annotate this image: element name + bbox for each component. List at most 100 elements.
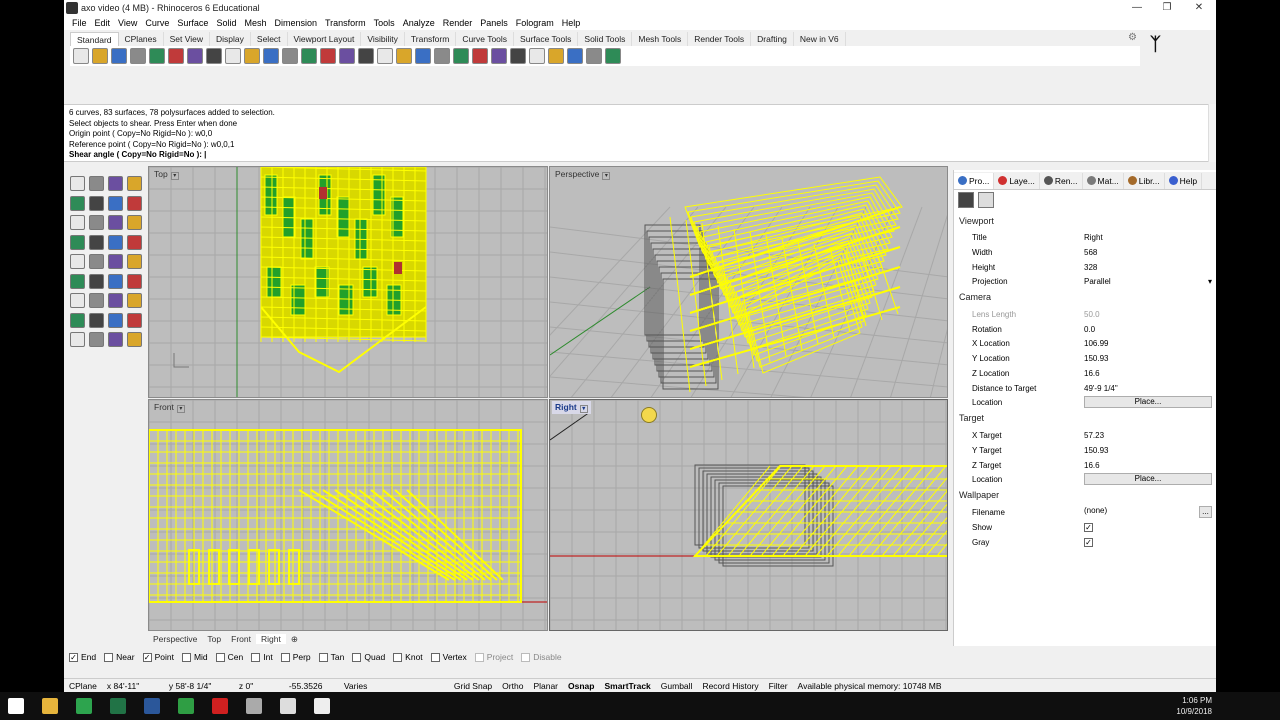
- tab-curve-tools[interactable]: Curve Tools: [456, 32, 515, 46]
- menu-transform[interactable]: Transform: [321, 18, 370, 28]
- sidebar-tool-icon[interactable]: [89, 234, 104, 250]
- gumball-icon[interactable]: [586, 48, 602, 64]
- osnap-checkbox[interactable]: [474, 652, 484, 662]
- start-icon[interactable]: [8, 698, 24, 714]
- sidebar-tool-icon[interactable]: [70, 176, 85, 191]
- vtab-right[interactable]: Right: [255, 634, 286, 644]
- tab-mesh-tools[interactable]: Mesh Tools: [632, 32, 689, 46]
- menu-file[interactable]: File: [68, 18, 91, 28]
- sidebar-tool-icon[interactable]: [70, 332, 85, 347]
- sidebar-tool-icon[interactable]: [127, 312, 142, 328]
- osnap-cen[interactable]: Cen: [215, 652, 243, 662]
- osnap-checkbox[interactable]: [352, 652, 362, 662]
- menu-curve[interactable]: Curve: [141, 18, 173, 28]
- rotation-value[interactable]: 0.0: [1084, 325, 1212, 334]
- add-viewport-tab-icon[interactable]: ⊕: [286, 634, 303, 645]
- system-clock[interactable]: 1:06 PM 10/9/2018: [1176, 695, 1212, 717]
- sidebar-tool-icon[interactable]: [127, 215, 142, 230]
- command-prompt-input[interactable]: Shear angle ( Copy=No Rigid=No ): |: [69, 150, 1208, 161]
- filename-field[interactable]: (none)...: [1084, 506, 1212, 519]
- chrome-icon[interactable]: [76, 698, 92, 714]
- save-file-icon[interactable]: [111, 48, 127, 64]
- menu-panels[interactable]: Panels: [476, 18, 512, 28]
- rhino-icon[interactable]: [280, 698, 296, 714]
- osnap-checkbox[interactable]: [251, 652, 261, 662]
- close-button[interactable]: ✕: [1184, 0, 1214, 16]
- osnap-quad[interactable]: Quad: [352, 652, 385, 662]
- sidebar-tool-icon[interactable]: [108, 234, 123, 250]
- panel-tab-rendering[interactable]: Ren...: [1040, 172, 1083, 189]
- cplane-options-icon[interactable]: [396, 48, 412, 64]
- shaded-sphere-icon[interactable]: [491, 48, 507, 64]
- tab-transform[interactable]: Transform: [405, 32, 457, 46]
- sidebar-tool-icon[interactable]: [127, 332, 142, 347]
- sidebar-tool-icon[interactable]: [89, 293, 104, 308]
- tab-set-view[interactable]: Set View: [164, 32, 211, 46]
- render-sphere-icon[interactable]: [472, 48, 488, 64]
- vtab-top[interactable]: Top: [202, 634, 226, 644]
- four-view-icon[interactable]: [358, 48, 374, 64]
- osnap-near[interactable]: Near: [104, 652, 135, 662]
- command-scrollbar[interactable]: [1208, 104, 1216, 162]
- sidebar-tool-icon[interactable]: [127, 293, 142, 308]
- sidebar-tool-icon[interactable]: [70, 312, 85, 328]
- lock-icon[interactable]: [434, 48, 450, 64]
- osnap-vertex[interactable]: Vertex: [430, 652, 467, 662]
- menu-solid[interactable]: Solid: [212, 18, 240, 28]
- menu-fologram[interactable]: Fologram: [512, 18, 558, 28]
- status-toggle-gumball[interactable]: Gumball: [656, 681, 698, 691]
- sidebar-tool-icon[interactable]: [70, 254, 85, 269]
- osnap-checkbox[interactable]: [521, 652, 531, 662]
- menu-help[interactable]: Help: [558, 18, 585, 28]
- panel-tab-help[interactable]: Help: [1165, 172, 1203, 189]
- sidebar-tool-icon[interactable]: [89, 273, 104, 289]
- show-checkbox[interactable]: ✓: [1084, 522, 1093, 532]
- tab-visibility[interactable]: Visibility: [361, 32, 405, 46]
- osnap-perp[interactable]: Perp: [280, 652, 311, 662]
- sidebar-tool-icon[interactable]: [70, 215, 85, 230]
- target-place-button[interactable]: Place...: [1084, 473, 1212, 486]
- sidebar-tool-icon[interactable]: [108, 332, 123, 347]
- osnap-project[interactable]: Project: [474, 652, 513, 662]
- sidebar-tool-icon[interactable]: [70, 273, 85, 289]
- notepad-icon[interactable]: [246, 698, 262, 714]
- word-icon[interactable]: [144, 698, 160, 714]
- osnap-disable[interactable]: Disable: [521, 652, 562, 662]
- osnap-int[interactable]: Int: [251, 652, 273, 662]
- open-file-icon[interactable]: [92, 48, 108, 64]
- tab-new-in-v6[interactable]: New in V6: [794, 32, 846, 46]
- osnap-checkbox[interactable]: ✓: [69, 652, 78, 662]
- tab-viewport-layout[interactable]: Viewport Layout: [288, 32, 362, 46]
- viewport-perspective[interactable]: Perspective ▾: [549, 166, 948, 398]
- camtasia-recorder-icon[interactable]: [314, 698, 330, 714]
- panel-tab-layers[interactable]: Laye...: [994, 172, 1040, 189]
- viewport-label[interactable]: Front ▾: [151, 401, 188, 414]
- sidebar-tool-icon[interactable]: [89, 332, 104, 347]
- osnap-checkbox[interactable]: [181, 652, 191, 662]
- viewport-label-active[interactable]: Right ▾: [552, 401, 591, 414]
- height-value[interactable]: 328: [1084, 263, 1212, 272]
- x-target-value[interactable]: 57.23: [1084, 431, 1212, 440]
- y-target-value[interactable]: 150.93: [1084, 446, 1212, 455]
- sidebar-tool-icon[interactable]: [108, 195, 123, 211]
- properties-icon[interactable]: [529, 48, 545, 64]
- viewport-top[interactable]: Top ▾: [148, 166, 548, 398]
- sidebar-tool-icon[interactable]: [89, 215, 104, 230]
- sidebar-tool-icon[interactable]: [127, 234, 142, 250]
- viewport-frame-icon[interactable]: [978, 192, 994, 208]
- distance-to-target-value[interactable]: 49'-9 1/4": [1084, 384, 1212, 393]
- zoom-window-icon[interactable]: [263, 48, 279, 64]
- sidebar-tool-icon[interactable]: [89, 312, 104, 328]
- z-location-value[interactable]: 16.6: [1084, 369, 1212, 378]
- menu-tools[interactable]: Tools: [370, 18, 399, 28]
- zoom-dynamic-icon[interactable]: [282, 48, 298, 64]
- sidebar-tool-icon[interactable]: [127, 273, 142, 289]
- projection-select[interactable]: Parallel ▾: [1084, 277, 1212, 286]
- copy-icon[interactable]: [187, 48, 203, 64]
- sidebar-tool-icon[interactable]: [127, 254, 142, 269]
- tab-display[interactable]: Display: [210, 32, 251, 46]
- sidebar-tool-icon[interactable]: [108, 293, 123, 308]
- lighting-icon[interactable]: [567, 48, 583, 64]
- y-location-value[interactable]: 150.93: [1084, 354, 1212, 363]
- tab-solid-tools[interactable]: Solid Tools: [578, 32, 633, 46]
